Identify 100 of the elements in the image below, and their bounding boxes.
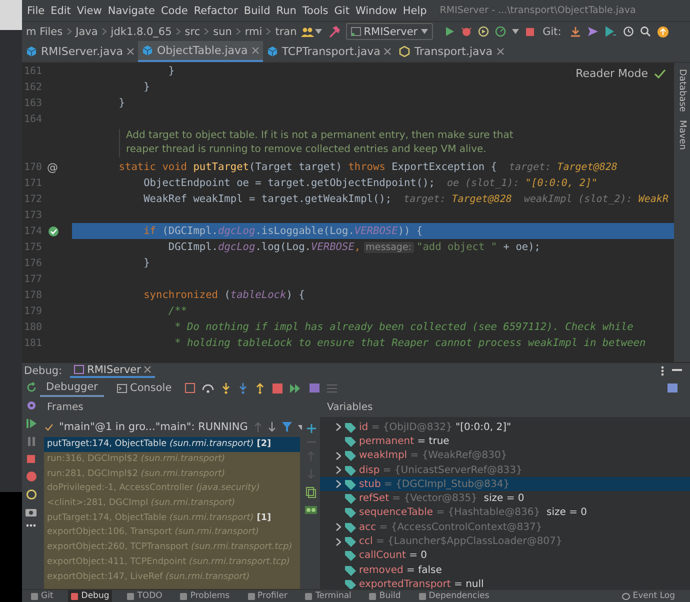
breadcrumb-item[interactable]: m Files <box>26 26 63 38</box>
pause-icon[interactable] <box>26 436 36 447</box>
add-icon[interactable] <box>306 424 316 433</box>
menu-item[interactable]: Navigate <box>104 4 158 16</box>
more-icon[interactable] <box>26 524 36 527</box>
menu-item[interactable]: Code <box>158 4 191 16</box>
menu-item[interactable]: File <box>24 4 48 16</box>
tool-window-button[interactable]: Dependencies <box>416 590 492 602</box>
stop-icon[interactable] <box>26 454 36 464</box>
variable-row[interactable]: permanent = true <box>320 434 690 449</box>
filter-icon[interactable] <box>282 422 292 432</box>
rerun-icon[interactable] <box>26 382 36 393</box>
breadcrumb-item[interactable]: src <box>184 26 200 38</box>
variable-row[interactable]: ccl = {Launcher$AppClassLoader@807} <box>320 534 690 549</box>
breakpoint-icon[interactable] <box>48 226 58 236</box>
menu-item[interactable]: Edit <box>48 4 74 16</box>
update-icon[interactable] <box>570 26 582 37</box>
run-configuration-dropdown[interactable]: RMIServer <box>346 23 433 40</box>
tool-window-button[interactable]: TODO <box>124 590 166 602</box>
menu-item[interactable]: View <box>74 4 105 16</box>
hammer-icon[interactable] <box>328 26 340 38</box>
side-tool-tab[interactable]: Database <box>677 69 687 112</box>
force-step-into-icon[interactable] <box>238 382 248 394</box>
stop-icon[interactable] <box>524 26 535 36</box>
variable-row[interactable]: id = {ObjID@832} "[0:0:0, 2]" <box>320 420 690 434</box>
line-number: 177 <box>22 274 42 284</box>
menu-item[interactable]: Help <box>400 4 430 16</box>
thread-selector[interactable]: "main"@1 in gro..."main": RUNNING <box>40 417 302 437</box>
variable-row[interactable]: removed = false <box>320 562 690 578</box>
push-icon[interactable] <box>587 26 600 37</box>
step-over-icon[interactable] <box>202 383 214 393</box>
variable-row[interactable]: sequenceTable = {Hashtable@836} size = 0 <box>320 506 690 520</box>
caret-down-icon[interactable] <box>420 29 428 34</box>
chevron-right-icon[interactable] <box>336 423 340 432</box>
file-tab[interactable]: TCPTransport.java <box>262 41 396 62</box>
chevron-icon <box>236 28 241 35</box>
tool-window-button[interactable]: Build <box>366 590 404 602</box>
file-tab[interactable]: Transport.java <box>395 41 508 62</box>
close-icon[interactable] <box>126 48 134 55</box>
variable-row[interactable]: callCount = 0 <box>320 548 690 563</box>
variable-row[interactable]: disp = {UnicastServerRef@833} <box>320 462 690 478</box>
breadcrumb-item[interactable]: jdk1.8.0_65 <box>110 26 172 38</box>
history-icon[interactable] <box>623 26 634 37</box>
variable-row[interactable]: refSet = {Vector@835} size = 0 <box>320 491 690 506</box>
tool-window-button[interactable]: Git <box>28 590 56 602</box>
run-to-cursor-icon[interactable] <box>290 384 302 392</box>
menu-item[interactable]: Window <box>352 4 400 16</box>
more-icon[interactable] <box>661 366 664 376</box>
run-icon[interactable] <box>444 26 455 37</box>
caret-down-icon[interactable] <box>512 29 519 34</box>
menu-item[interactable]: Build <box>240 4 274 16</box>
close-icon[interactable] <box>252 47 259 54</box>
field-tag-icon <box>345 478 356 490</box>
stack-frame[interactable]: putTarget:174, ObjectTable (sun.rmi.transport) [1] <box>44 510 300 526</box>
camera-icon[interactable] <box>25 507 37 517</box>
breadcrumb-item[interactable]: sun <box>213 26 232 38</box>
menu-item[interactable]: Refactor <box>190 4 241 16</box>
event-log-button[interactable]: Event Log <box>618 590 678 602</box>
side-tool-tab[interactable]: Maven <box>677 120 687 150</box>
search-icon[interactable] <box>640 26 652 37</box>
gutter-mark[interactable]: @ <box>47 160 58 174</box>
resume-icon[interactable] <box>26 418 36 429</box>
close-icon[interactable] <box>144 366 151 373</box>
tool-window-button[interactable]: Problems <box>177 590 233 602</box>
variable-row[interactable]: acc = {AccessControlContext@837} <box>320 520 690 534</box>
variable-row[interactable]: exportedTransport = null <box>320 577 690 592</box>
variable-row[interactable]: stub = {DGCImpl_Stub@834} <box>320 477 690 492</box>
breadcrumb-item[interactable]: rmi <box>244 26 262 38</box>
caret-down-icon[interactable] <box>314 29 322 34</box>
copy-icon[interactable] <box>306 487 316 498</box>
close-icon[interactable] <box>384 48 392 55</box>
window-icon <box>74 365 84 374</box>
debugger-tab[interactable]: Console <box>110 380 178 396</box>
variable-row[interactable]: weakImpl = {WeakRef@830} <box>320 448 690 463</box>
debug-session-tab[interactable]: RMIServer <box>70 364 155 378</box>
menu-item[interactable]: Run <box>273 4 300 16</box>
tool-window-button[interactable]: Terminal <box>302 590 354 602</box>
glasses-icon[interactable] <box>305 506 317 514</box>
update-badge-icon[interactable] <box>657 26 670 38</box>
breakpoints-icon[interactable] <box>26 471 36 482</box>
minimize-icon[interactable] <box>672 369 682 372</box>
stack-frame[interactable]: putTarget:174, ObjectTable (sun.rmi.transport) [2] <box>44 437 300 452</box>
coverage-icon[interactable] <box>478 26 489 37</box>
breadcrumb-item[interactable]: tran <box>275 26 297 38</box>
arrow-down-icon[interactable] <box>268 422 276 432</box>
menu-item[interactable]: Tools <box>299 4 332 16</box>
step-into-icon[interactable] <box>220 382 231 394</box>
file-tab[interactable]: ObjectTable.java <box>138 41 263 62</box>
step-out-icon[interactable] <box>254 382 265 394</box>
reader-mode-button[interactable]: Reader Mode <box>576 67 648 80</box>
breadcrumb-item[interactable]: Java <box>76 26 98 38</box>
menu-item[interactable]: Git <box>331 4 352 16</box>
close-icon[interactable] <box>496 48 504 55</box>
people-icon[interactable] <box>300 26 315 36</box>
debug-icon[interactable] <box>460 26 472 37</box>
checkmark-icon[interactable] <box>654 68 666 78</box>
file-tab[interactable]: RMIServer.java <box>22 41 138 62</box>
tool-window-button[interactable]: Profiler <box>244 590 290 602</box>
tool-window-button[interactable]: Debug <box>68 590 112 602</box>
profiler-icon[interactable] <box>494 26 506 37</box>
